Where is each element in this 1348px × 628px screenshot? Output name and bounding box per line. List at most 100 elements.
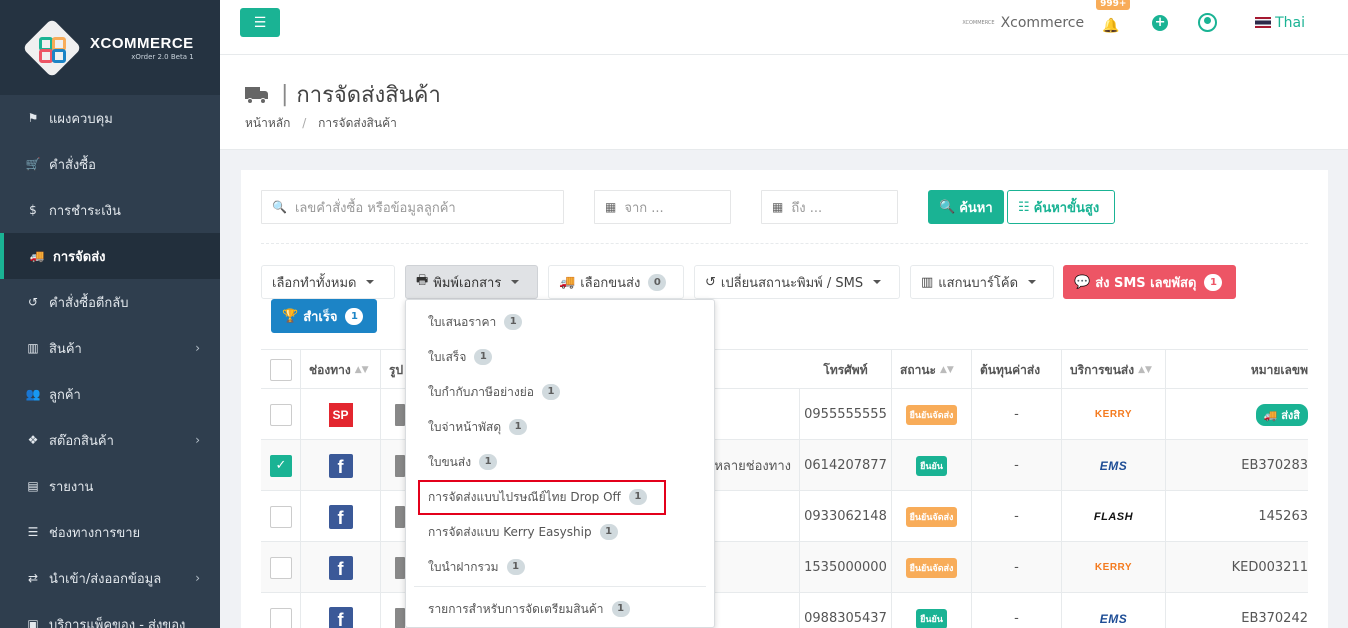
print-menu-item[interactable]: ใบขนส่ง 1 [428, 453, 498, 471]
breadcrumb-home[interactable]: หน้าหลัก [245, 116, 290, 130]
header-carrier[interactable]: บริการขนส่ง ▲▼ [1062, 350, 1166, 390]
account-name[interactable]: Xcommerce [1001, 15, 1085, 31]
user-circle-icon[interactable] [1198, 13, 1218, 32]
print-menu-item[interactable]: ใบเสร็จ 1 [428, 348, 493, 366]
print-menu-item-label: ใบขนส่ง [428, 454, 472, 469]
print-menu-item-count: 1 [504, 314, 523, 330]
product-image[interactable] [395, 505, 405, 528]
xcommerce-logo-icon [22, 17, 82, 78]
search-input[interactable]: 🔍 เลขคำสั่งซื้อ หรือข้อมูลลูกค้า [261, 190, 564, 224]
print-menu-item-label: ใบเสร็จ [428, 349, 467, 364]
channel-cell: f [301, 440, 381, 491]
sidebar-item-11[interactable]: ▣ บริการแพ็คของ - ส่งของ [0, 601, 220, 628]
row-checkbox[interactable] [270, 403, 292, 426]
barcode-icon: ▥ [27, 341, 39, 355]
status-cell: ยืนยันจัดส่ง [892, 491, 972, 542]
kerry-logo: KERRY [1094, 562, 1133, 573]
menu-divider [414, 586, 706, 587]
print-menu-item[interactable]: รายการสำหรับการจัดเตรียมสินค้า 1 [428, 600, 630, 618]
notifications-bell-icon[interactable]: 999+ 🔔 [1096, 0, 1131, 34]
print-menu-item[interactable]: ใบจ่าหน้าพัสดุ 1 [428, 418, 528, 436]
tracking-cell: 145263 [1166, 491, 1308, 542]
row-checkbox-cell[interactable] [261, 593, 301, 628]
status-cell: ยืนยันจัดส่ง [892, 542, 972, 593]
ems-logo: EMS [1099, 611, 1128, 626]
language-selector[interactable]: Thai [1275, 15, 1305, 31]
print-menu-item[interactable]: ใบนำฝากรวม 1 [428, 558, 525, 576]
print-menu-item-count: 1 [509, 419, 528, 435]
row-checkbox[interactable]: ✓ [270, 454, 292, 477]
row-checkbox-cell[interactable] [261, 491, 301, 542]
row-checkbox[interactable] [270, 556, 292, 579]
scan-barcode-dropdown[interactable]: ▥ แสกนบาร์โค้ด [910, 265, 1054, 299]
search-button[interactable]: 🔍 ค้นหา [928, 190, 1004, 224]
sidebar-item-0[interactable]: ⚑ แผงควบคุม [0, 95, 220, 141]
print-menu-item[interactable]: การจัดส่งแบบ Kerry Easyship 1 [428, 523, 618, 541]
add-circle-icon[interactable]: + [1152, 14, 1169, 31]
undo-icon: ↺ [27, 295, 39, 309]
sidebar-item-2[interactable]: $ การชำระเงิน [0, 187, 220, 233]
phone-number: 0955555555 [804, 407, 887, 422]
bulk-action-dropdown[interactable]: เลือกทำทั้งหมด [261, 265, 395, 299]
shipping-cost-cell: - [972, 542, 1062, 593]
print-menu-item-label: รายการสำหรับการจัดเตรียมสินค้า [428, 601, 604, 616]
row-checkbox-cell[interactable] [261, 389, 301, 440]
sidebar-item-label: นำเข้า/ส่งออกข้อมูล [49, 571, 162, 587]
customer-extra: หลายช่องทาง [714, 459, 791, 474]
shipping-cost: - [1014, 560, 1019, 575]
select-all-checkbox-cell[interactable] [261, 350, 301, 390]
product-image[interactable] [395, 556, 405, 579]
trophy-icon: 🏆 [282, 308, 299, 324]
select-all-checkbox[interactable] [270, 359, 292, 381]
send-sms-tracking-button[interactable]: 💬 ส่ง SMS เลขพัสดุ 1 [1063, 265, 1236, 299]
row-checkbox-cell[interactable] [261, 542, 301, 593]
print-menu-item[interactable]: ใบเสนอราคา 1 [428, 313, 523, 331]
menu-toggle-button[interactable]: ☰ [240, 8, 280, 37]
brand[interactable]: XCOMMERCE xOrder 2.0 Beta 1 [0, 0, 220, 95]
date-to-placeholder: ถึง ... [791, 200, 823, 216]
status-cell: ยืนยันจัดส่ง [892, 389, 972, 440]
date-from-input[interactable]: ▦ จาก ... [594, 190, 731, 224]
sidebar-item-6[interactable]: 👥 ลูกค้า [0, 371, 220, 417]
sidebar-item-7[interactable]: ❖ สต๊อกสินค้า › [0, 417, 220, 463]
header-tracking[interactable]: หมายเลขพ [1166, 350, 1308, 390]
success-button[interactable]: 🏆 สำเร็จ 1 [271, 299, 377, 333]
row-checkbox[interactable] [270, 607, 292, 628]
print-menu-item-count: 1 [474, 349, 493, 365]
header-status[interactable]: สถานะ ▲▼ [892, 350, 972, 390]
header-channel[interactable]: ช่องทาง ▲▼ [301, 350, 381, 390]
tracking-number: 145263 [1258, 509, 1308, 524]
shipping-cost: - [1014, 611, 1019, 626]
row-checkbox-cell[interactable]: ✓ [261, 440, 301, 491]
change-status-dropdown[interactable]: ↺ เปลี่ยนสถานะพิมพ์ / SMS [694, 265, 900, 299]
product-image[interactable] [395, 454, 405, 477]
header-phone[interactable]: โทรศัพท์ [800, 350, 892, 390]
chevron-right-icon: › [195, 341, 200, 355]
select-carrier-button[interactable]: 🚚 เลือกขนส่ง 0 [548, 265, 684, 299]
header-shipping-cost[interactable]: ต้นทุนค่าส่ง [972, 350, 1062, 390]
ship-button[interactable]: 🚚 ส่งสิ [1255, 403, 1308, 426]
breadcrumb-separator: / [302, 116, 307, 130]
sidebar-item-3[interactable]: 🚚 การจัดส่ง [0, 233, 220, 279]
product-image[interactable] [395, 403, 405, 426]
phone-cell: 0988305437 [800, 593, 892, 628]
sidebar: XCOMMERCE xOrder 2.0 Beta 1 ⚑ แผงควบคุม 🛒 ค… [0, 0, 220, 628]
sidebar-item-10[interactable]: ⇄ นำเข้า/ส่งออกข้อมูล › [0, 555, 220, 601]
print-documents-dropdown[interactable]: 🖶 พิมพ์เอกสาร [405, 265, 538, 299]
shipping-cost: - [1014, 509, 1019, 524]
sidebar-item-8[interactable]: ▤ รายงาน [0, 463, 220, 509]
sidebar-item-4[interactable]: ↺ คำสั่งซื้อตีกลับ [0, 279, 220, 325]
date-from-placeholder: จาก ... [624, 200, 664, 216]
sidebar-item-5[interactable]: ▥ สินค้า › [0, 325, 220, 371]
advanced-search-button[interactable]: ☷ ค้นหาขั้นสูง [1007, 190, 1115, 224]
undo-icon: ↺ [705, 274, 716, 290]
date-to-input[interactable]: ▦ ถึง ... [761, 190, 898, 224]
row-checkbox[interactable] [270, 505, 292, 528]
product-image[interactable] [395, 607, 405, 628]
sidebar-item-1[interactable]: 🛒 คำสั่งซื้อ [0, 141, 220, 187]
sidebar-item-9[interactable]: ☰ ช่องทางการขาย [0, 509, 220, 555]
sliders-icon: ☷ [1018, 199, 1030, 215]
phone-cell: 0955555555 [800, 389, 892, 440]
print-menu-item[interactable]: ใบกำกับภาษีอย่างย่อ 1 [428, 383, 560, 401]
tracking-cell: EB370283 [1166, 440, 1308, 491]
